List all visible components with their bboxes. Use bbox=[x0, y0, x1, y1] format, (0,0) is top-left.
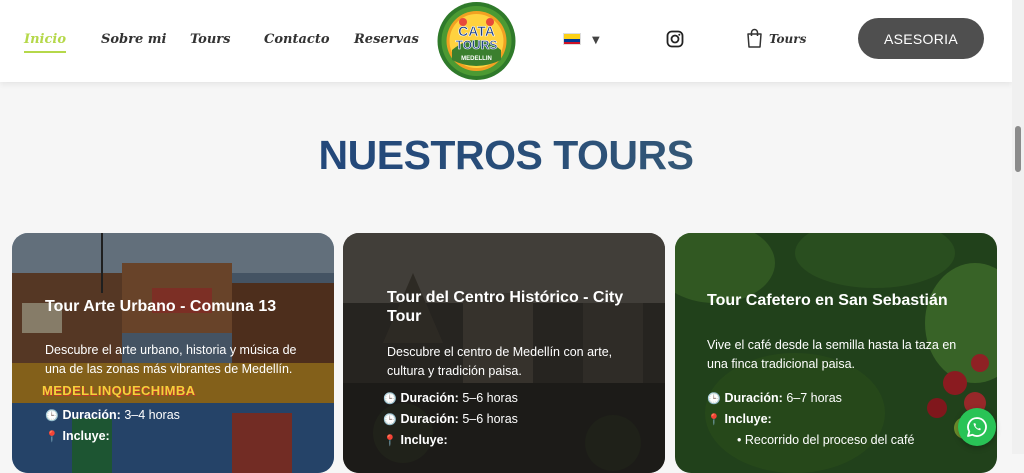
pin-icon: 📍 bbox=[45, 430, 59, 443]
detail-row: 📍 Incluye: bbox=[707, 409, 914, 430]
card-title[interactable]: Tour del Centro Histórico - City Tour bbox=[387, 288, 657, 326]
whatsapp-button[interactable] bbox=[958, 408, 996, 446]
logo-text-2: TOURS bbox=[456, 38, 498, 52]
site-header: Inicio Sobre mi Tours Contacto Reservas … bbox=[0, 0, 1012, 82]
clock-icon: 🕒 bbox=[383, 413, 397, 426]
mural-text: MEDELLINQUECHIMBA bbox=[42, 383, 196, 398]
section-title: NUESTROS TOURS bbox=[0, 132, 1012, 179]
nav-item-inicio[interactable]: Inicio bbox=[24, 32, 66, 53]
tour-card-centro-historico[interactable]: Tour del Centro Histórico - City Tour De… bbox=[343, 233, 665, 473]
cart-label[interactable]: Tours bbox=[769, 32, 806, 46]
card-description: Vive el café desde la semilla hasta la t… bbox=[707, 338, 957, 371]
scrollbar-thumb[interactable] bbox=[1015, 126, 1021, 172]
detail-row: 📍 Incluye: bbox=[45, 426, 180, 447]
shopping-bag-icon[interactable] bbox=[746, 28, 763, 48]
detail-row: 🕒 Duración: 5–6 horas bbox=[383, 409, 518, 430]
bullet-item: • Recorrido del proceso del café bbox=[737, 433, 915, 447]
chevron-down-icon[interactable]: ▼ bbox=[592, 35, 600, 46]
tour-card-comuna-13[interactable]: Tour Arte Urbano - Comuna 13 Descubre el… bbox=[12, 233, 334, 473]
detail-row: 🕒 Duración: 6–7 horas bbox=[707, 388, 914, 409]
whatsapp-icon bbox=[967, 417, 987, 437]
detail-row: 📍 Incluye: bbox=[383, 430, 518, 451]
card-title[interactable]: Tour Cafetero en San Sebastián bbox=[707, 291, 987, 310]
pin-icon: 📍 bbox=[707, 413, 721, 426]
tour-card-cafetero[interactable]: Tour Cafetero en San Sebastián Vive el c… bbox=[675, 233, 997, 473]
asesoria-button[interactable]: ASESORIA bbox=[858, 18, 984, 59]
nav-item-reservas[interactable]: Reservas bbox=[354, 32, 419, 47]
card-details: 🕒 Duración: 5–6 horas 🕒 Duración: 5–6 ho… bbox=[383, 388, 518, 451]
card-description: Descubre el arte urbano, historia y músi… bbox=[45, 343, 297, 376]
page-scrollbar[interactable] bbox=[1012, 0, 1024, 454]
cata-tours-logo[interactable]: CATA TOURS MEDELLIN bbox=[434, 0, 519, 82]
colombia-flag-icon[interactable] bbox=[563, 33, 581, 45]
logo-text-1: CATA bbox=[458, 23, 495, 39]
nav-item-contacto[interactable]: Contacto bbox=[264, 32, 330, 47]
clock-icon: 🕒 bbox=[707, 392, 721, 405]
nav-item-sobre-mi[interactable]: Sobre mi bbox=[101, 32, 167, 47]
pin-icon: 📍 bbox=[383, 434, 397, 447]
card-description: Descubre el centro de Medellín con arte,… bbox=[387, 345, 613, 378]
clock-icon: 🕒 bbox=[383, 392, 397, 405]
detail-row: 🕒 Duración: 3–4 horas bbox=[45, 405, 180, 426]
detail-row: 🕒 Duración: 5–6 horas bbox=[383, 388, 518, 409]
card-title[interactable]: Tour Arte Urbano - Comuna 13 bbox=[45, 297, 325, 316]
instagram-icon[interactable] bbox=[666, 30, 684, 48]
card-details: 🕒 Duración: 3–4 horas 📍 Incluye: bbox=[45, 405, 180, 447]
logo-text-3: MEDELLIN bbox=[461, 56, 492, 62]
nav-item-tours[interactable]: Tours bbox=[190, 32, 230, 47]
card-details: 🕒 Duración: 6–7 horas 📍 Incluye: • Recor… bbox=[707, 388, 914, 450]
clock-icon: 🕒 bbox=[45, 409, 59, 422]
